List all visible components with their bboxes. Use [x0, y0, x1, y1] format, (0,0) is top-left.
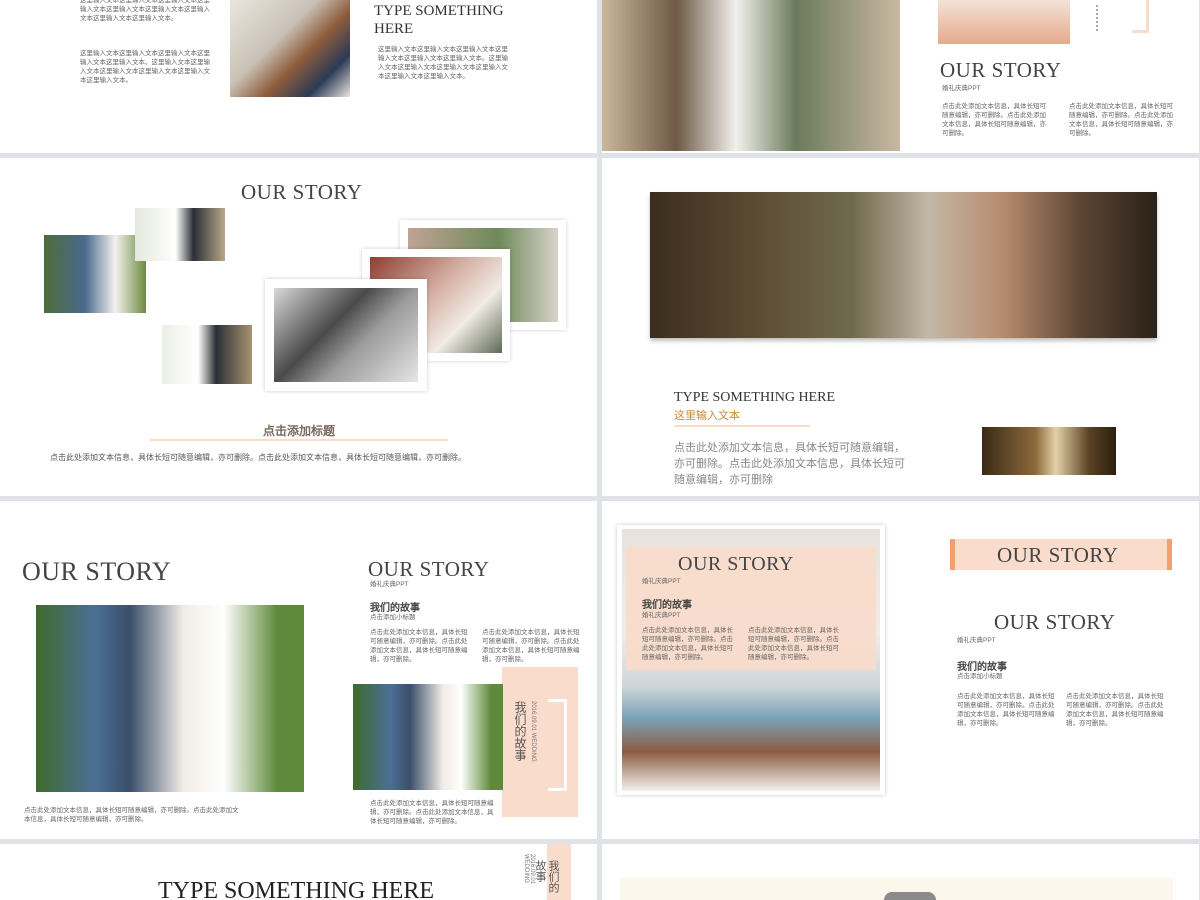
slide2-col2: 点击此处添加文本信息，具体长短可随意编辑，亦可删除。点击此处添加文本信息，具体长… — [1069, 103, 1173, 137]
photo-couple-running — [36, 605, 304, 792]
slide5-subtitle: 婚礼庆典PPT — [370, 581, 409, 588]
photo-chandelier — [982, 427, 1116, 475]
slide5-title-right: OUR STORY — [368, 557, 490, 581]
slide6-card-col2: 点击此处添加文本信息，具体长短可随意编辑，亦可删除。点击此处添加文本信息，具体长… — [748, 627, 839, 661]
photo-couple-running-small — [353, 684, 503, 790]
slide-7[interactable]: TYPE SOMETHING HERE 我们的故事 2016.09.01 WED… — [0, 844, 597, 900]
slide-5[interactable]: OUR STORY 点击此处添加文本信息，具体长短可随意编辑，亦可删除。点击此处… — [0, 501, 597, 839]
photo-bride-dress — [938, 0, 1070, 44]
slide6-col2: 点击此处添加文本信息，具体长短可随意编辑，亦可删除。点击此处添加文本信息，具体长… — [1066, 693, 1164, 727]
slide1-left-para-bottom: 这里输入文本这里输入文本这里输入文本这里输入文本这里输入文本。这里输入文本这里输… — [80, 50, 210, 84]
slide7-vertical-en: 2016.09.01 WEDDING — [523, 854, 535, 885]
photo-frame-kiss-bw — [265, 279, 427, 391]
slide3-heading: 点击添加标题 — [262, 424, 335, 438]
slide5-title-left: OUR STORY — [22, 557, 172, 586]
slide1-title: TYPE SOMETHING HERE — [374, 3, 504, 37]
slide6-card-title: OUR STORY — [678, 553, 794, 575]
bracket-decoration — [548, 699, 567, 791]
photo-bride-bouquet — [602, 0, 900, 151]
slide1-left-para-top: 这里输入文本这里输入文本这里输入文本这里输入文本这里输入文本这里输入文本这里输入… — [80, 0, 210, 22]
slide6-subtitle: 婚礼庆典PPT — [957, 637, 996, 644]
slide4-title: TYPE SOMETHING HERE — [674, 390, 835, 405]
slide-2[interactable]: OUR STORY 婚礼庆典PPT 点击此处添加文本信息，具体长短可随意编辑，亦… — [602, 0, 1199, 153]
slide5-heading: 我们的故事 — [370, 603, 420, 614]
slide6-banner-title: OUR STORY — [997, 543, 1119, 567]
slide-6[interactable]: OUR STORY 婚礼庆典PPT 我们的故事 婚礼庆典PPT 点击此处添加文本… — [602, 501, 1199, 839]
slide5-bottom-para: 点击此处添加文本信息，具体长短可随意编辑，亦可删除。点击此处添加文本信息，具体长… — [370, 800, 494, 825]
slide8-photo-edge — [884, 892, 936, 900]
slide2-title: OUR STORY — [940, 58, 1062, 82]
slide6-card-subtitle: 婚礼庆典PPT — [642, 578, 681, 585]
slide1-right-para: 这里输入文本这里输入文本这里输入文本这里输入文本这里输入文本这里输入文本。这里输… — [378, 46, 508, 80]
photo-kiss-bw — [274, 288, 418, 382]
slide2-col1: 点击此处添加文本信息，具体长短可随意编辑，亦可删除。点击此处添加文本信息，具体长… — [942, 103, 1046, 137]
slide4-body: 点击此处添加文本信息，具体长短可随意编辑，亦可删除。点击此处添加文本信息，具体长… — [674, 442, 905, 486]
slide5-subheading: 点击添加小标题 — [370, 614, 416, 621]
slide4-subtitle: 这里输入文本 — [674, 410, 740, 422]
slide-4[interactable]: TYPE SOMETHING HERE 这里输入文本 点击此处添加文本信息，具体… — [602, 158, 1199, 496]
photo-couple-bench — [135, 208, 225, 261]
slide4-subtitle-underline — [674, 425, 810, 427]
photo-forest-hands — [650, 192, 1157, 338]
slide-8[interactable] — [602, 844, 1199, 900]
slide-3[interactable]: OUR STORY 点击添加标题 点击此处添加文本信息，具体长短可随意编辑，亦可… — [0, 158, 597, 496]
photo-couple-field — [44, 235, 146, 313]
slide6-card-col1: 点击此处添加文本信息，具体长短可随意编辑，亦可删除。点击此处添加文本信息，具体长… — [642, 627, 733, 661]
slide6-card-subheading: 婚礼庆典PPT — [642, 612, 681, 619]
slide6-heading: 我们的故事 — [957, 662, 1007, 673]
slide2-subtitle: 婚礼庆典PPT — [942, 85, 981, 92]
slide5-col1: 点击此处添加文本信息，具体长短可随意编辑，亦可删除。点击此处添加文本信息，具体长… — [370, 629, 468, 663]
slide7-vertical-cn: 我们的故事 — [534, 860, 559, 893]
slide3-body: 点击此处添加文本信息，具体长短可随意编辑，亦可删除。点击此处添加文本信息，具体长… — [50, 453, 466, 462]
slide6-col1: 点击此处添加文本信息，具体长短可随意编辑，亦可删除。点击此处添加文本信息，具体长… — [957, 693, 1055, 727]
slide6-title: OUR STORY — [994, 610, 1116, 634]
slide7-title: TYPE SOMETHING HERE — [158, 878, 434, 900]
dots-decoration — [1096, 5, 1100, 31]
slide3-title: OUR STORY — [241, 180, 363, 204]
slide5-col2: 点击此处添加文本信息，具体长短可随意编辑，亦可删除。点击此处添加文本信息，具体长… — [482, 629, 580, 663]
slide3-heading-underline — [150, 439, 448, 441]
slide5-vertical-cn: 我们的故事 — [513, 701, 527, 761]
slide5-vertical-en: 2016.09.01 WEDDING — [530, 701, 536, 762]
slide6-card-heading: 我们的故事 — [642, 600, 692, 611]
slide6-subheading: 点击添加小标题 — [957, 673, 1003, 680]
slide-1[interactable]: 这里输入文本这里输入文本这里输入文本这里输入文本这里输入文本这里输入文本这里输入… — [0, 0, 597, 153]
slide5-caption: 点击此处添加文本信息，具体长短可随意编辑，亦可删除。点击此处添加文本信息，具体长… — [24, 807, 239, 823]
photo-guitar-groom — [230, 0, 350, 97]
photo-couple-bench-2 — [162, 325, 252, 384]
bracket-decoration — [1132, 0, 1149, 33]
